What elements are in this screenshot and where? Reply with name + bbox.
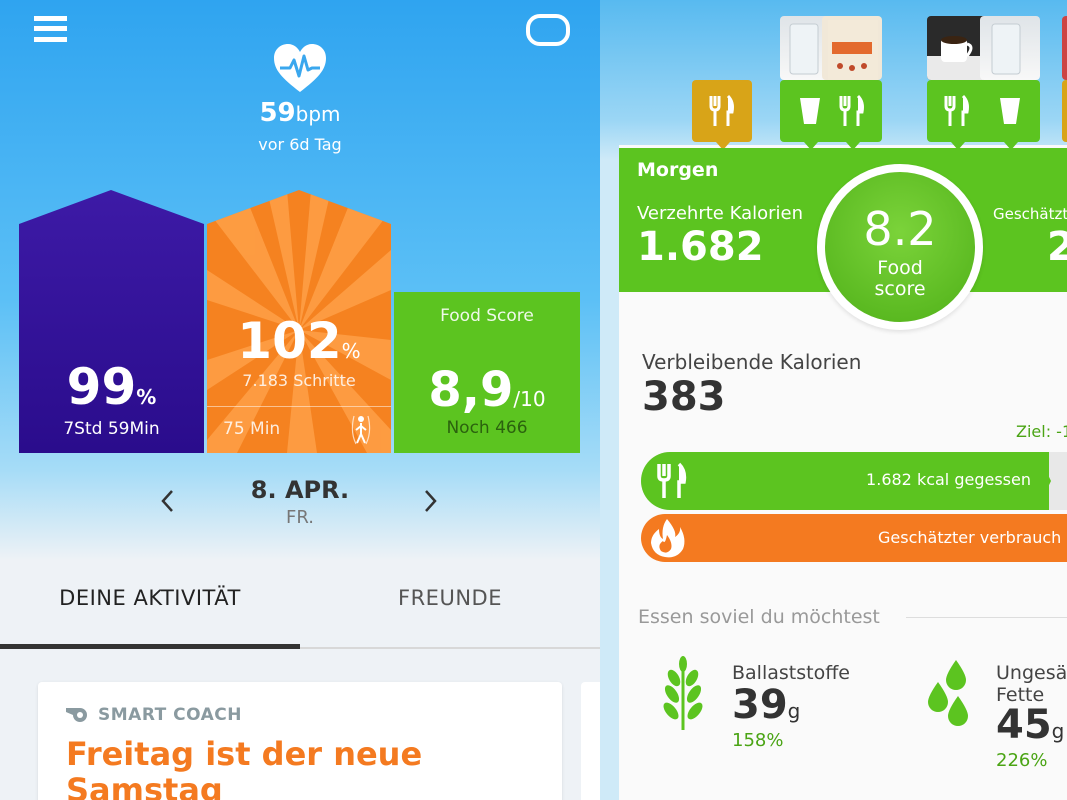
- weekday-label: FR.: [286, 507, 314, 528]
- wheat-icon: [663, 656, 703, 730]
- smart-coach-card[interactable]: SMART COACH Freitag ist der neue Samstag: [38, 682, 562, 800]
- date-label: 8. APR.: [250, 476, 350, 504]
- goal-label: Ziel: -1: [1016, 422, 1067, 441]
- meal-tile-gold[interactable]: [692, 80, 752, 150]
- remaining-calories-value: 383: [642, 374, 726, 420]
- tab-bar-track: [300, 647, 600, 649]
- glass-icon: [800, 98, 820, 124]
- sleep-bar[interactable]: 99% 7Std 59Min: [19, 190, 204, 453]
- fork-knife-icon: [657, 462, 687, 498]
- meal-name: Morgen: [637, 159, 719, 181]
- eaten-bar-text: 1.682 kcal gegessen: [866, 470, 1031, 489]
- food-score-badge[interactable]: 8.2 Food score: [817, 164, 983, 330]
- date-navigation: 8. APR. FR.: [150, 476, 450, 532]
- meal-tile-drink-2[interactable]: [980, 80, 1040, 150]
- estimated-label: Geschätzt: [993, 205, 1067, 223]
- bpm-number: 59: [259, 98, 296, 128]
- food-score-inner: 8.2 Food score: [825, 172, 975, 322]
- steps-divider: [207, 406, 391, 407]
- fat-value: 45g: [996, 702, 1065, 748]
- photo-glass-water-2[interactable]: [980, 16, 1040, 80]
- remaining-calories-label: Verbleibende Kalorien: [642, 350, 862, 374]
- heart-rate-time: vor 6d Tag: [258, 135, 342, 154]
- glass-icon: [1000, 98, 1020, 124]
- active-minutes: 75 Min: [223, 419, 281, 439]
- food-score-bar[interactable]: Food Score 8,9/10 Noch 466: [394, 292, 580, 453]
- eaten-calories-label: Verzehrte Kalorien: [637, 203, 803, 224]
- meal-tile-partial[interactable]: [1062, 80, 1067, 142]
- fat-percent: 226%: [996, 750, 1048, 771]
- fork-knife-icon: [709, 94, 734, 126]
- smart-coach-title: Freitag ist der neue Samstag: [66, 735, 423, 800]
- eaten-bar-tip: [1037, 452, 1051, 510]
- fat-label: Ungesä Fette: [996, 662, 1067, 706]
- food-score-label: Food Score: [440, 306, 534, 326]
- section-divider: [906, 617, 1067, 618]
- fiber-value: 39g: [732, 682, 801, 728]
- bpm-unit: bpm: [295, 102, 341, 126]
- eaten-calories-value: 1.682: [637, 224, 764, 270]
- drops-icon: [928, 660, 968, 726]
- heart-rate-icon: [274, 44, 326, 92]
- fiber-percent: 158%: [732, 730, 784, 751]
- sleep-percent: 99%: [66, 358, 157, 416]
- fork-knife-icon: [944, 94, 969, 126]
- burn-bar: Geschätzter verbrauch: [641, 514, 1067, 562]
- photo-coffee[interactable]: [927, 16, 987, 80]
- activity-screen: 59bpm vor 6d Tag 99% 7Std 59Min 102% 7.1…: [0, 0, 600, 800]
- photo-partial[interactable]: [1062, 16, 1067, 80]
- tab-deine-aktivitaet[interactable]: DEINE AKTIVITÄT: [0, 586, 300, 610]
- food-score-value: 8,9/10: [428, 362, 546, 418]
- fiber-label: Ballaststoffe: [732, 662, 850, 684]
- sleep-duration: 7Std 59Min: [63, 419, 160, 439]
- meal-tile-food-2[interactable]: [927, 80, 987, 150]
- meal-tile-food[interactable]: [822, 80, 882, 150]
- whistle-icon: [66, 708, 87, 722]
- prev-day-icon[interactable]: [158, 488, 178, 514]
- burn-bar-text: Geschätzter verbrauch: [878, 528, 1062, 547]
- food-remaining: Noch 466: [446, 418, 528, 438]
- fork-knife-icon: [839, 94, 864, 126]
- eat-section-title: Essen soviel du möchtest: [638, 606, 880, 628]
- heart-rate-value[interactable]: 59bpm: [200, 98, 400, 128]
- photo-food-package[interactable]: [822, 16, 882, 80]
- steps-count: 7.183 Schritte: [242, 371, 356, 390]
- jump-rope-icon: [351, 415, 371, 445]
- next-day-icon[interactable]: [420, 488, 440, 514]
- estimated-value: 2: [1047, 224, 1067, 270]
- eaten-bar: 1.682 kcal gegessen: [641, 452, 1067, 510]
- activity-tabs: DEINE AKTIVITÄT FREUNDE: [0, 568, 600, 650]
- tab-freunde[interactable]: FREUNDE: [300, 586, 600, 610]
- tab-indicator: [0, 644, 300, 649]
- menu-icon[interactable]: [34, 16, 67, 42]
- flame-icon: [651, 519, 685, 558]
- band-sync-icon[interactable]: [526, 14, 570, 46]
- food-score-number: 8.2: [863, 202, 937, 256]
- food-score-caption: Food score: [874, 257, 926, 300]
- steps-percent: 102%: [237, 312, 361, 370]
- next-card-peek[interactable]: [581, 682, 600, 800]
- smart-coach-label: SMART COACH: [98, 705, 242, 725]
- steps-bar[interactable]: 102% 7.183 Schritte 75 Min: [207, 190, 391, 453]
